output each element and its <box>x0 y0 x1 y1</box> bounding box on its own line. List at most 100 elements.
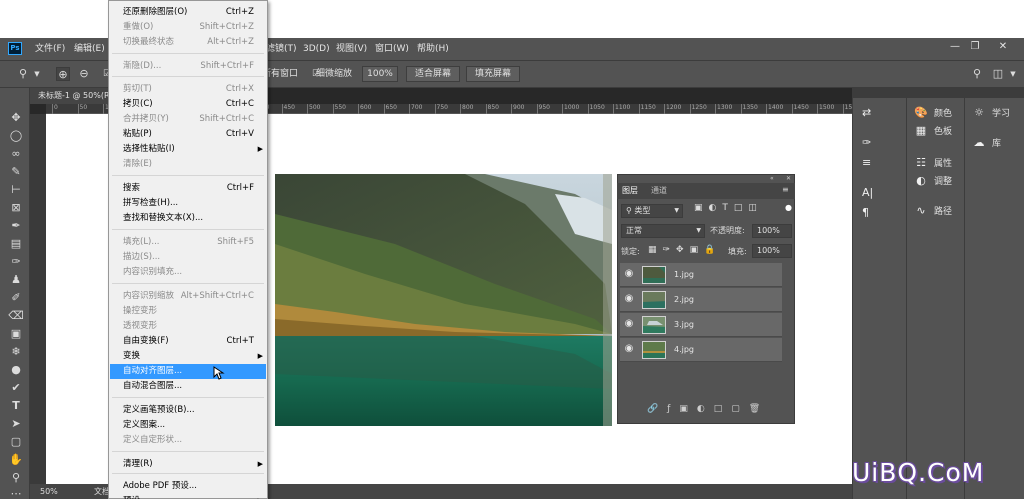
edit-menu-item[interactable]: 选择性粘贴(I) ▶ <box>110 142 266 157</box>
menu-filter[interactable]: 滤镜(T) <box>266 42 297 56</box>
more-tools-icon[interactable]: ⋯ <box>8 486 24 499</box>
gradient-tool-icon[interactable]: ▣ <box>8 326 24 342</box>
edit-menu-item[interactable]: 内容识别缩放 Alt+Shift+Ctrl+C <box>110 289 266 304</box>
edit-menu-item[interactable]: 操控变形 <box>110 304 266 319</box>
edit-menu-item[interactable]: 渐隐(D)... Shift+Ctrl+F <box>110 59 266 74</box>
edit-menu-item[interactable]: 查找和替换文本(X)... <box>110 211 266 226</box>
layer-row[interactable]: ◉ 3.jpg <box>620 313 782 337</box>
edit-menu-item[interactable]: 搜索 Ctrl+F <box>110 181 266 196</box>
zoom-in-icon[interactable]: ⊕ <box>56 67 70 81</box>
menu-3d[interactable]: 3D(D) <box>303 42 330 56</box>
frame-tool-icon[interactable]: ⊠ <box>8 200 24 216</box>
quick-select-tool-icon[interactable]: ✎ <box>8 164 24 180</box>
chevron-down-icon[interactable]: ▼ <box>30 67 44 81</box>
edit-menu-item[interactable]: 描边(S)... <box>110 250 266 265</box>
panel-menu-icon[interactable]: ≡ <box>782 185 789 194</box>
edit-menu-item[interactable]: 自动混合图层... <box>110 379 266 394</box>
edit-menu-item[interactable]: 粘贴(P) Ctrl+V <box>110 127 266 142</box>
tab-layers[interactable]: 图层 <box>622 184 638 198</box>
paragraph-panel-icon[interactable]: ¶ <box>862 206 869 219</box>
crop-tool-icon[interactable]: ⊢ <box>8 182 24 198</box>
landscape-photo[interactable] <box>275 174 612 426</box>
lock-options-icons[interactable]: ▦✑✥▣🔒 <box>648 245 721 255</box>
edit-menu-item[interactable]: 清理(R) ▶ <box>110 457 266 472</box>
eye-visibility-icon[interactable]: ◉ <box>623 293 635 305</box>
opacity-input[interactable]: 100% <box>752 224 792 238</box>
layer-row[interactable]: ◉ 2.jpg <box>620 288 782 312</box>
brush-settings-icon[interactable]: ✑ <box>862 136 871 149</box>
fit-screen-button[interactable]: 适合屏幕 <box>406 66 460 82</box>
rectangle-tool-icon[interactable]: ▢ <box>8 434 24 450</box>
collapse-panel-icon[interactable]: « <box>770 175 774 182</box>
edit-menu-item[interactable]: 填充(L)... Shift+F5 <box>110 235 266 250</box>
menu-edit[interactable]: 编辑(E) <box>74 42 105 56</box>
learn-panel-item[interactable]: ☼ 学习 <box>972 104 1010 122</box>
lasso-tool-icon[interactable]: ∞ <box>8 146 24 162</box>
zoom-tool-sidebar-icon[interactable]: ⚲ <box>8 470 24 486</box>
edit-menu-item[interactable]: 变换 ▶ <box>110 349 266 364</box>
hand-tool-icon[interactable]: ✋ <box>8 452 24 468</box>
brush-tool-icon[interactable]: ✑ <box>8 254 24 270</box>
layer-row[interactable]: ◉ 1.jpg <box>620 263 782 287</box>
pen-tool-icon[interactable]: ✔ <box>8 380 24 396</box>
edit-menu-item[interactable]: 剪切(T) Ctrl+X <box>110 82 266 97</box>
menu-window[interactable]: 窗口(W) <box>375 42 409 56</box>
libraries-panel-item[interactable]: ☁ 库 <box>972 134 1010 152</box>
edit-menu-item[interactable]: 拷贝(C) Ctrl+C <box>110 97 266 112</box>
edit-menu-item[interactable]: 重做(O) Shift+Ctrl+Z <box>110 20 266 35</box>
fill-screen-button[interactable]: 填充屏幕 <box>466 66 520 82</box>
status-zoom[interactable]: 50% <box>40 484 58 499</box>
filter-toggle-icon[interactable]: ● <box>785 203 792 212</box>
edit-menu-item[interactable]: 内容识别填充... <box>110 265 266 280</box>
tab-channels[interactable]: 通道 <box>651 184 667 198</box>
edit-menu-item[interactable]: Adobe PDF 预设... <box>110 479 266 494</box>
edit-menu-item[interactable]: 预设▶ <box>110 494 266 499</box>
workspace-icon[interactable]: ◫ <box>991 67 1005 81</box>
menu-view[interactable]: 视图(V) <box>336 42 367 56</box>
menu-file[interactable]: 文件(F) <box>35 42 65 56</box>
edit-menu-item[interactable]: 清除(E) <box>110 157 266 172</box>
history-panel-icon[interactable]: ⇄ <box>862 106 871 119</box>
edit-menu-item[interactable]: 拼写检查(H)... <box>110 196 266 211</box>
eye-visibility-icon[interactable]: ◉ <box>623 343 635 355</box>
edit-menu-item[interactable]: 定义画笔预设(B)... <box>110 403 266 418</box>
healing-brush-tool-icon[interactable]: ▤ <box>8 236 24 252</box>
character-panel-icon[interactable]: A| <box>862 186 873 199</box>
edit-menu-item[interactable]: 透视变形 <box>110 319 266 334</box>
zoom-tool-icon[interactable]: ⚲ <box>16 67 30 81</box>
close-panel-icon[interactable]: ✕ <box>786 175 791 182</box>
path-select-tool-icon[interactable]: ➤ <box>8 416 24 432</box>
scrubby-zoom-label[interactable]: 细微缩放 <box>316 67 352 81</box>
restore-icon[interactable]: ❐ <box>966 40 984 54</box>
marquee-tool-icon[interactable]: ◯ <box>8 128 24 144</box>
adjustments-panel-item[interactable]: ◐ 调整 <box>914 172 952 190</box>
minimize-icon[interactable]: — <box>946 40 964 54</box>
paths-panel-item[interactable]: ∿ 路径 <box>914 202 952 220</box>
workspace-chevron-icon[interactable]: ▼ <box>1006 67 1020 81</box>
color-panel-item[interactable]: 🎨 颜色 <box>914 104 952 122</box>
zoom-out-icon[interactable]: ⊖ <box>77 67 91 81</box>
edit-menu-item[interactable]: 合并拷贝(Y) Shift+Ctrl+C <box>110 112 266 127</box>
menu-help[interactable]: 帮助(H) <box>417 42 449 56</box>
layer-filter-dropdown[interactable]: ⚲ 类型 ▼ <box>621 204 683 218</box>
dodge-tool-icon[interactable]: ● <box>8 362 24 378</box>
blend-mode-dropdown[interactable]: 正常 ▼ <box>621 224 705 238</box>
edit-menu-item[interactable]: 定义图案... <box>110 418 266 433</box>
document-tab[interactable]: 未标题-1 @ 50%(RGB/8) <box>30 88 110 104</box>
type-tool-icon[interactable]: T <box>8 398 24 414</box>
brush-presets-icon[interactable]: ≡ <box>862 156 871 169</box>
properties-panel-item[interactable]: ☷ 属性 <box>914 154 952 172</box>
swatches-panel-item[interactable]: ▦ 色板 <box>914 122 952 140</box>
move-tool-icon[interactable]: ✥ <box>8 110 24 126</box>
eyedropper-tool-icon[interactable]: ✒ <box>8 218 24 234</box>
edit-menu-item[interactable]: 切换最终状态 Alt+Ctrl+Z <box>110 35 266 50</box>
edit-menu-item[interactable]: 还原删除图层(O) Ctrl+Z <box>110 5 266 20</box>
layer-filter-icons[interactable]: ▣◐T□◫ <box>694 203 763 213</box>
eraser-tool-icon[interactable]: ⌫ <box>8 308 24 324</box>
eye-visibility-icon[interactable]: ◉ <box>623 318 635 330</box>
blur-tool-icon[interactable]: ❄ <box>8 344 24 360</box>
fill-input[interactable]: 100% <box>752 244 792 258</box>
edit-menu-item[interactable]: 自动对齐图层... <box>110 364 266 379</box>
history-brush-tool-icon[interactable]: ✐ <box>8 290 24 306</box>
layer-row[interactable]: ◉ 4.jpg <box>620 338 782 362</box>
